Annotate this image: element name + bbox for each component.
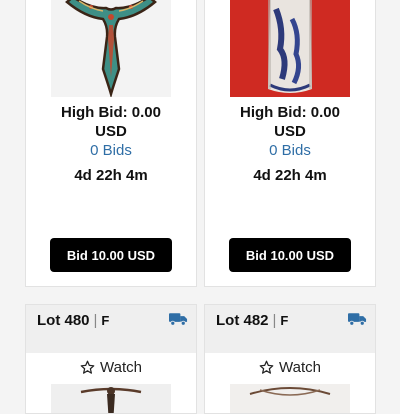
truck-icon[interactable] <box>169 312 188 326</box>
lot-separator: | <box>272 312 277 329</box>
lot-number[interactable]: Lot 482 | F <box>216 312 288 329</box>
lot-number-text: Lot 480 <box>37 312 90 329</box>
lot-card: High Bid: 0.00 USD 0 Bids 4d 22h 4m Bid … <box>204 0 376 287</box>
lot-image[interactable] <box>230 0 350 97</box>
high-bid-currency: USD <box>274 123 306 140</box>
lot-image[interactable] <box>51 0 171 97</box>
lot-header: Lot 480 | F <box>26 305 196 353</box>
cross-pendant-picture <box>51 0 171 97</box>
watch-label: Watch <box>100 358 142 376</box>
necklace-picture <box>230 384 350 413</box>
bid-button[interactable]: Bid 10.00 USD <box>229 238 351 272</box>
star-icon <box>80 360 95 374</box>
lot-number[interactable]: Lot 480 | F <box>37 312 109 329</box>
bid-count-link[interactable]: 0 Bids <box>26 141 196 160</box>
time-left: 4d 22h 4m <box>74 167 148 184</box>
bid-button[interactable]: Bid 10.00 USD <box>50 238 172 272</box>
lot-status: F <box>280 313 289 328</box>
watch-button[interactable]: Watch <box>205 353 375 381</box>
bid-info: High Bid: 0.00 USD 0 Bids 4d 22h 4m <box>205 103 375 185</box>
pendant-picture <box>51 384 171 413</box>
lot-card: Lot 482 | F Watch <box>204 304 376 414</box>
bid-info: High Bid: 0.00 USD 0 Bids 4d 22h 4m <box>26 103 196 185</box>
star-icon <box>259 360 274 374</box>
high-bid-currency: USD <box>95 123 127 140</box>
lot-status: F <box>101 313 110 328</box>
truck-icon[interactable] <box>348 312 367 326</box>
watch-label: Watch <box>279 358 321 376</box>
lot-header: Lot 482 | F <box>205 305 375 353</box>
time-left: 4d 22h 4m <box>253 167 327 184</box>
lot-separator: | <box>93 312 98 329</box>
lot-image[interactable] <box>230 384 350 413</box>
lot-card: Lot 480 | F Watch <box>25 304 197 414</box>
watch-button[interactable]: Watch <box>26 353 196 381</box>
high-bid-label: High Bid: 0.00 <box>239 104 340 121</box>
vase-picture <box>230 0 350 97</box>
lot-card: High Bid: 0.00 USD 0 Bids 4d 22h 4m Bid … <box>25 0 197 287</box>
bid-count-link[interactable]: 0 Bids <box>205 141 375 160</box>
high-bid-label: High Bid: 0.00 <box>60 104 161 121</box>
lot-number-text: Lot 482 <box>216 312 269 329</box>
lot-image[interactable] <box>51 384 171 413</box>
